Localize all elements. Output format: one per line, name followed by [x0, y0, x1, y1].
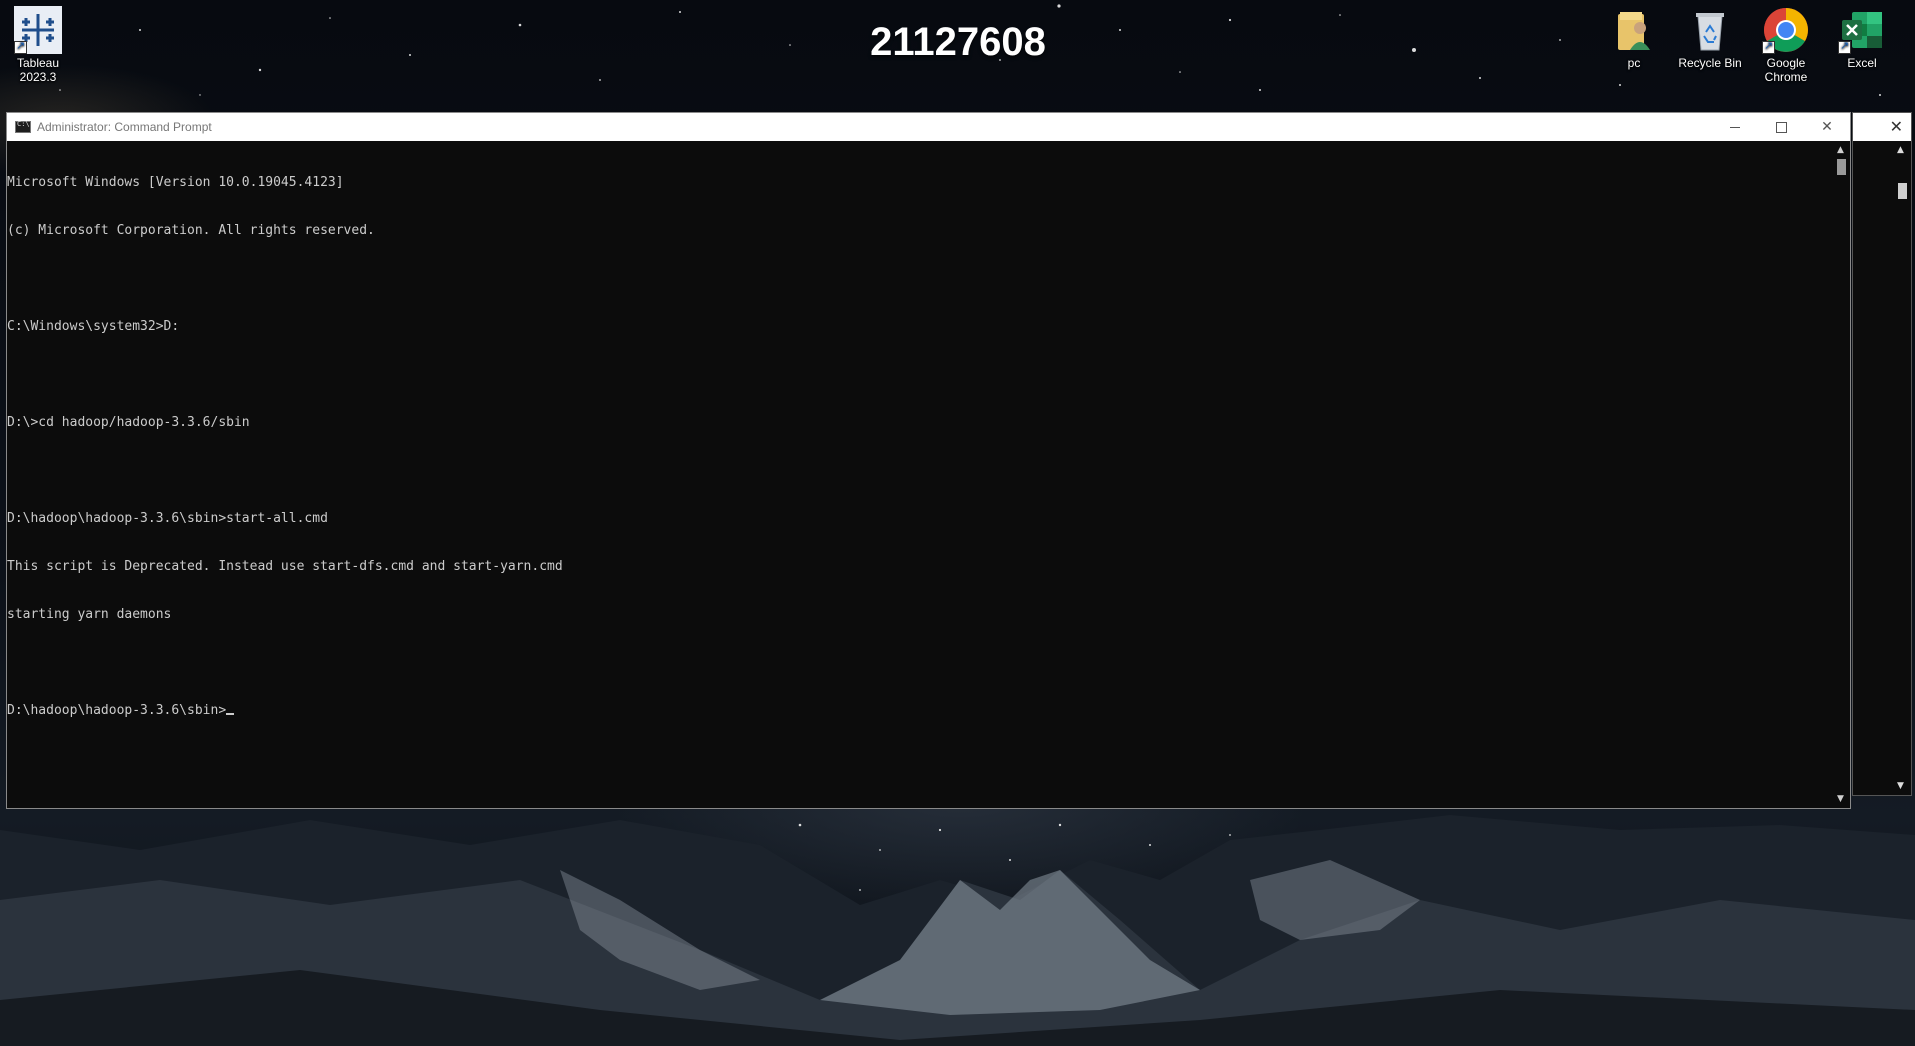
window-titlebar[interactable]: Administrator: Command Prompt ✕ — [7, 113, 1850, 141]
scroll-down-icon[interactable]: ▼ — [1897, 781, 1904, 791]
console-line: This script is Deprecated. Instead use s… — [7, 559, 563, 574]
background-scrollbar[interactable]: ▲ ▼ — [1894, 141, 1911, 795]
console-line: starting yarn daemons — [7, 607, 172, 622]
window-title: Administrator: Command Prompt — [37, 120, 212, 134]
command-prompt-window[interactable]: Administrator: Command Prompt ✕ Microsof… — [6, 112, 1851, 809]
console-line: Microsoft Windows [Version 10.0.19045.41… — [7, 175, 344, 190]
scroll-thumb[interactable] — [1898, 183, 1907, 199]
background-window[interactable]: ✕ ▲ ▼ — [1852, 112, 1912, 796]
console-prompt-line[interactable]: D:\hadoop\hadoop-3.3.6\sbin> — [7, 703, 1833, 719]
maximize-icon — [1775, 121, 1787, 133]
tableau-icon — [14, 6, 62, 54]
minimize-icon — [1730, 126, 1740, 128]
close-icon: ✕ — [1821, 119, 1833, 135]
scroll-up-icon[interactable]: ▲ — [1837, 145, 1844, 155]
close-button[interactable]: ✕ — [1804, 113, 1850, 141]
maximize-button[interactable] — [1758, 113, 1804, 141]
desktop-icon-excel[interactable]: Excel — [1824, 0, 1900, 70]
user-folder-icon — [1610, 6, 1658, 54]
vertical-scrollbar[interactable]: ▲ ▼ — [1833, 141, 1850, 808]
recycle-bin-icon — [1686, 6, 1734, 54]
scroll-up-icon[interactable]: ▲ — [1897, 145, 1904, 155]
shortcut-arrow-icon — [1838, 39, 1851, 54]
scroll-thumb[interactable] — [1837, 159, 1846, 175]
console-line: C:\Windows\system32>D: — [7, 319, 180, 334]
desktop-icon-label: Tableau 2023.3 — [16, 56, 60, 84]
shortcut-arrow-icon — [1762, 39, 1775, 54]
shortcut-arrow-icon — [14, 39, 27, 54]
close-icon[interactable]: ✕ — [1890, 117, 1903, 136]
cmd-icon — [15, 120, 31, 133]
desktop-icon-label: Recycle Bin — [1678, 56, 1742, 70]
desktop-icon-pc[interactable]: pc — [1596, 0, 1672, 70]
console-output[interactable]: Microsoft Windows [Version 10.0.19045.41… — [7, 141, 1833, 808]
scroll-down-icon[interactable]: ▼ — [1837, 794, 1844, 804]
desktop-icon-recycle-bin[interactable]: Recycle Bin — [1672, 0, 1748, 70]
desktop-icon-label: pc — [1627, 56, 1641, 70]
console-line: D:\>cd hadoop/hadoop-3.3.6/sbin — [7, 415, 250, 430]
chrome-icon — [1762, 6, 1810, 54]
excel-icon — [1838, 6, 1886, 54]
background-window-titlebar[interactable]: ✕ — [1853, 113, 1911, 141]
bginfo-text: 21127608 — [870, 20, 1046, 64]
console-line: D:\hadoop\hadoop-3.3.6\sbin>start-all.cm… — [7, 511, 328, 526]
desktop-icon-label: Google Chrome — [1764, 56, 1808, 84]
text-cursor — [226, 713, 235, 715]
desktop-icon-chrome[interactable]: Google Chrome — [1748, 0, 1824, 84]
console-line: (c) Microsoft Corporation. All rights re… — [7, 223, 375, 238]
console-prompt: D:\hadoop\hadoop-3.3.6\sbin> — [7, 703, 227, 718]
desktop-icon-tableau[interactable]: Tableau 2023.3 — [0, 0, 76, 84]
desktop-icon-label: Excel — [1847, 56, 1877, 70]
minimize-button[interactable] — [1712, 113, 1758, 141]
